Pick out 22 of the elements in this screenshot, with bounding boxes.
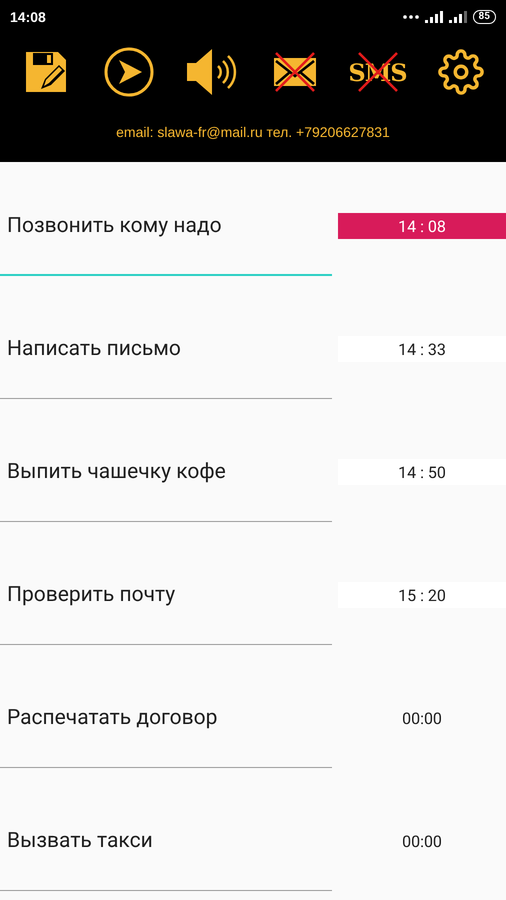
settings-icon bbox=[438, 49, 484, 95]
task-title[interactable]: Написать письмо bbox=[0, 335, 332, 363]
dots-icon bbox=[402, 15, 419, 19]
signal-icon bbox=[448, 11, 467, 23]
time-field[interactable]: 14 : 33 bbox=[338, 336, 506, 362]
time-field[interactable]: 00:00 bbox=[338, 828, 506, 854]
task-title[interactable]: Вызвать такси bbox=[0, 827, 332, 855]
time-field[interactable]: 14 : 50 bbox=[338, 459, 506, 485]
task-title[interactable]: Позвонить кому надо bbox=[0, 212, 332, 240]
task-title[interactable]: Проверить почту bbox=[0, 581, 332, 609]
time-field[interactable]: 00:00 bbox=[338, 705, 506, 731]
task-title[interactable]: Выпить чашечку кофе bbox=[0, 458, 332, 486]
status-time: 14:08 bbox=[10, 9, 46, 25]
contact-info: email: slawa-fr@mail.ru тел. +79206627831 bbox=[115, 124, 391, 140]
toolbar-button[interactable] bbox=[102, 45, 156, 99]
battery-level: 85 bbox=[472, 10, 496, 24]
speaker-icon bbox=[184, 47, 238, 97]
play-circle-icon bbox=[102, 46, 154, 98]
time-field[interactable]: 14 : 08 bbox=[338, 213, 506, 239]
signal-icon bbox=[424, 11, 443, 23]
time-field[interactable]: 15 : 20 bbox=[338, 582, 506, 608]
task-title[interactable]: Распечатать договор bbox=[0, 704, 332, 732]
